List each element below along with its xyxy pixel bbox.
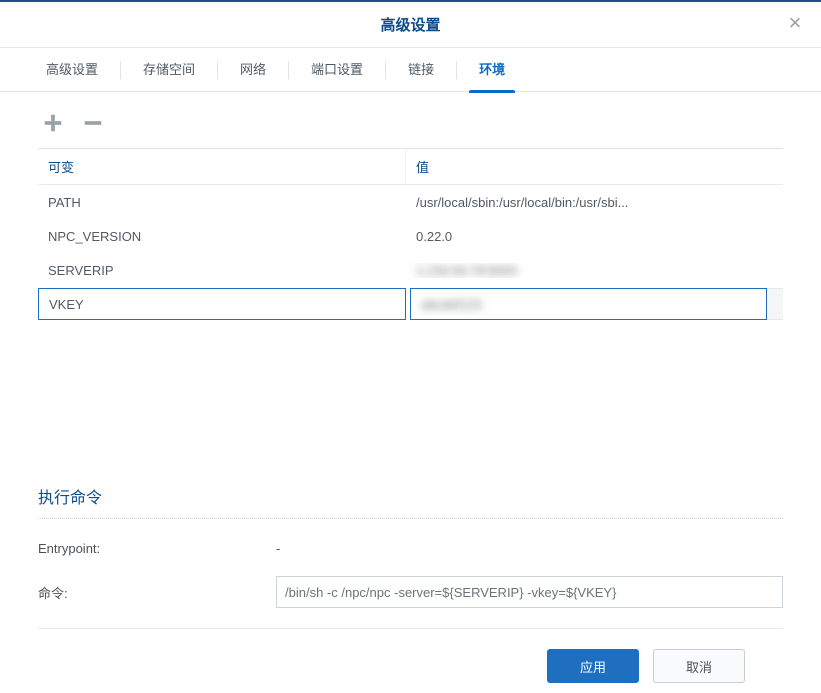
env-value: abcdef123 <box>421 297 482 312</box>
add-env-button[interactable] <box>42 112 64 134</box>
command-input[interactable] <box>276 576 783 608</box>
env-col-name[interactable]: 可变 <box>38 149 406 184</box>
tab-environment[interactable]: 环境 <box>473 48 511 92</box>
env-col-value[interactable]: 值 <box>406 157 783 176</box>
tab-bar: 高级设置 存储空间 网络 端口设置 链接 环境 <box>0 48 821 92</box>
env-value-editor[interactable]: abcdef123 <box>410 288 767 320</box>
env-name: PATH <box>38 195 406 210</box>
table-row[interactable]: SERVERIP 1.234.56.78:9000 <box>38 253 783 287</box>
env-value: 1.234.56.78:9000 <box>406 263 783 278</box>
tab-ports[interactable]: 端口设置 <box>305 48 369 92</box>
tab-advanced[interactable]: 高级设置 <box>40 48 104 92</box>
env-table-header: 可变 值 <box>38 149 783 185</box>
remove-env-button[interactable] <box>82 112 104 134</box>
advanced-settings-dialog: 高级设置 × 高级设置 存储空间 网络 端口设置 链接 环境 可变 值 <box>0 2 821 693</box>
cancel-button[interactable]: 取消 <box>653 649 745 683</box>
env-value: /usr/local/sbin:/usr/local/bin:/usr/sbi.… <box>406 195 783 210</box>
env-toolbar <box>38 108 783 148</box>
tab-storage[interactable]: 存储空间 <box>137 48 201 92</box>
command-label: 命令: <box>38 583 276 602</box>
tab-network[interactable]: 网络 <box>234 48 272 92</box>
env-name: VKEY <box>38 288 406 320</box>
env-name: SERVERIP <box>38 263 406 278</box>
table-row[interactable]: PATH /usr/local/sbin:/usr/local/bin:/usr… <box>38 185 783 219</box>
dialog-footer: 应用 取消 <box>38 628 783 693</box>
env-table: 可变 值 PATH /usr/local/sbin:/usr/local/bin… <box>38 148 783 321</box>
exec-section-title: 执行命令 <box>38 484 783 519</box>
command-row: 命令: <box>38 576 783 608</box>
env-value: 0.22.0 <box>406 229 783 244</box>
apply-button[interactable]: 应用 <box>547 649 639 683</box>
entrypoint-row: Entrypoint: - <box>38 541 783 556</box>
scroll-gutter <box>767 288 783 320</box>
table-row[interactable]: NPC_VERSION 0.22.0 <box>38 219 783 253</box>
entrypoint-value: - <box>276 541 783 556</box>
table-row[interactable]: VKEY abcdef123 <box>38 287 783 321</box>
tab-links[interactable]: 链接 <box>402 48 440 92</box>
entrypoint-label: Entrypoint: <box>38 541 276 556</box>
dialog-title: 高级设置 <box>380 14 440 35</box>
dialog-header: 高级设置 × <box>0 2 821 48</box>
close-icon[interactable]: × <box>785 14 805 34</box>
env-name: NPC_VERSION <box>38 229 406 244</box>
